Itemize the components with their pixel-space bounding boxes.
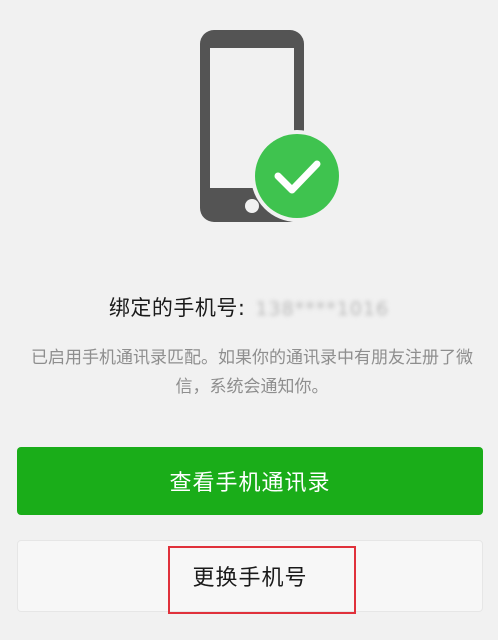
bound-phone-label: 绑定的手机号: [108, 296, 246, 320]
check-badge-icon [251, 130, 343, 222]
bound-phone-line: 绑定的手机号: 138****1016 [0, 292, 498, 322]
phone-icon [200, 30, 343, 222]
phone-bound-illustration [196, 28, 346, 224]
bind-phone-page: 绑定的手机号: 138****1016 已启用手机通讯录匹配。如果你的通讯录中有朋… [0, 0, 498, 640]
contact-match-description: 已启用手机通讯录匹配。如果你的通讯录中有朋友注册了微信，系统会通知你。 [31, 348, 473, 397]
view-contacts-button[interactable]: 查看手机通讯录 [17, 447, 483, 515]
change-number-button[interactable]: 更换手机号 [17, 540, 483, 612]
bound-phone-number: 138****1016 [255, 298, 390, 320]
